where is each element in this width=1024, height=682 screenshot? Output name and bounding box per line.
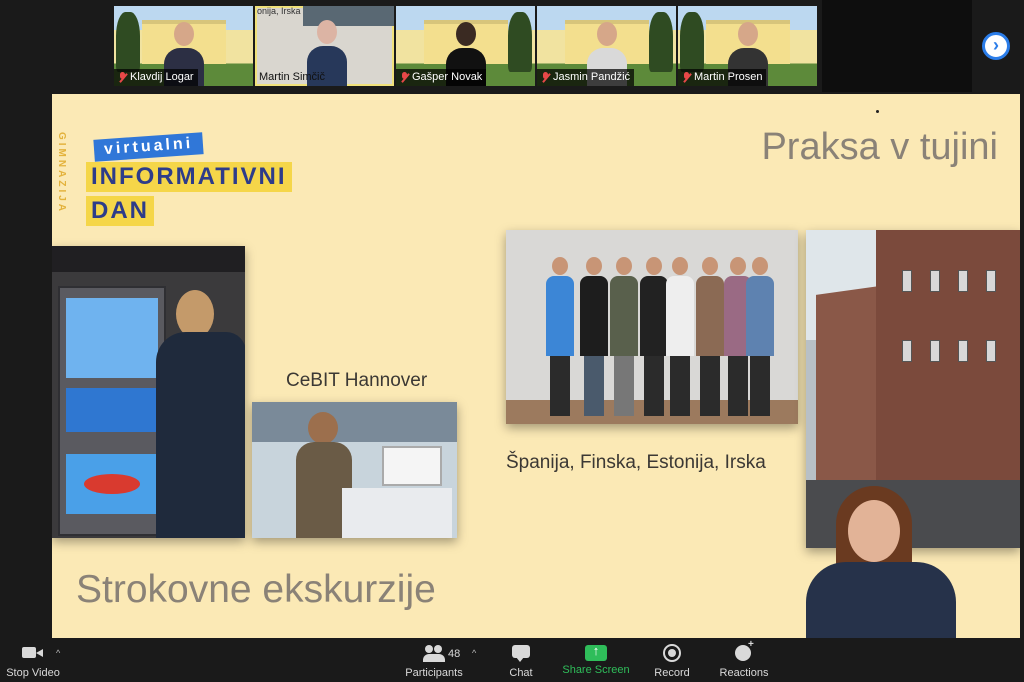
background-tree <box>680 12 704 72</box>
mic-muted-icon <box>118 72 127 83</box>
participants-count: 48 <box>448 648 461 660</box>
participant-name: Jasmin Pandžić <box>553 71 631 83</box>
video-options-caret-icon[interactable]: ^ <box>56 648 60 658</box>
reactions-label: Reactions <box>719 667 769 679</box>
record-icon <box>661 643 683 663</box>
shared-overlay-text: onija, Irska <box>257 6 301 16</box>
chat-button[interactable]: Chat <box>506 638 536 682</box>
background-tree <box>649 12 673 72</box>
participant-namebar: Klavdij Logar <box>114 69 198 86</box>
empty-tile-area <box>822 0 972 92</box>
street-window <box>958 340 968 362</box>
photo-cebit <box>252 402 457 538</box>
group-person <box>610 257 638 416</box>
participant-tile-active[interactable]: onija, Irska Martin Simčič <box>255 6 394 86</box>
student-figure <box>156 286 245 538</box>
mic-muted-icon <box>541 72 550 83</box>
group-person <box>546 257 574 416</box>
participant-name: Gašper Novak <box>412 71 483 83</box>
video-camera-icon <box>22 643 44 663</box>
group-person <box>666 257 694 416</box>
participant-strip: Klavdij Logar onija, Irska Martin Simčič… <box>0 0 1024 92</box>
stop-video-button[interactable]: Stop Video <box>4 638 62 682</box>
share-screen-icon <box>585 643 607 661</box>
background-tree <box>508 12 532 72</box>
reactions-button[interactable]: Reactions <box>716 638 772 682</box>
street-window <box>930 340 940 362</box>
stop-video-label: Stop Video <box>6 667 60 679</box>
reactions-icon <box>733 639 755 663</box>
next-page-button[interactable]: › <box>982 32 1010 60</box>
self-view-video[interactable] <box>792 478 968 638</box>
ceiling-lights <box>52 246 245 272</box>
participant-tile[interactable]: Klavdij Logar <box>114 6 253 86</box>
participant-tile[interactable]: Jasmin Pandžić <box>537 6 676 86</box>
logo-informativni-tag: INFORMATIVNI <box>86 162 292 192</box>
participant-tile[interactable]: Martin Prosen <box>678 6 817 86</box>
logo-dan-tag: DAN <box>86 196 154 226</box>
participants-options-caret-icon[interactable]: ^ <box>472 648 476 658</box>
caption-countries: Španija, Finska, Estonija, Irska <box>506 452 766 473</box>
slide-title: Praksa v tujini <box>761 126 998 168</box>
participant-namebar: Martin Prosen <box>678 69 767 86</box>
participants-button[interactable]: Participants <box>402 638 466 682</box>
photo-group <box>506 230 798 424</box>
participants-icon <box>423 643 445 663</box>
meeting-toolbar: Stop Video ^ Participants 48 ^ Chat Shar… <box>0 638 1024 682</box>
mic-muted-icon <box>400 72 409 83</box>
slot-machine-reels <box>66 388 158 432</box>
caption-cebit: CeBIT Hannover <box>286 370 428 391</box>
group-person <box>580 257 608 416</box>
record-label: Record <box>654 667 690 679</box>
participant-namebar: Martin Simčič <box>255 69 329 86</box>
street-photo-buildings-right <box>876 230 1020 520</box>
street-window <box>902 340 912 362</box>
chat-label: Chat <box>509 667 533 679</box>
participant-tile[interactable]: Gašper Novak <box>396 6 535 86</box>
slot-machine <box>58 286 166 536</box>
street-window <box>986 270 996 292</box>
presenter-face <box>848 500 900 562</box>
logo-virtual-tag: virtualni <box>93 132 204 162</box>
street-window <box>958 270 968 292</box>
cebit-photo-screen <box>382 446 442 486</box>
logo-vertical-text: GIMNAZIJA <box>56 132 67 214</box>
participants-label: Participants <box>405 667 463 679</box>
participant-namebar: Jasmin Pandžić <box>537 69 635 86</box>
participant-name: Martin Simčič <box>259 71 326 83</box>
photo-slot-machine <box>52 246 245 538</box>
cebit-photo-wall <box>252 402 457 442</box>
share-screen-label: Share Screen <box>562 664 630 676</box>
participant-name: Klavdij Logar <box>130 71 194 83</box>
share-screen-button[interactable]: Share Screen <box>560 638 632 682</box>
participant-name: Martin Prosen <box>694 71 763 83</box>
cebit-photo-desk <box>342 488 452 538</box>
mic-muted-icon <box>682 72 691 83</box>
background-tree <box>116 12 140 72</box>
slide-bottom-title: Strokovne ekskurzije <box>76 568 436 611</box>
cursor-dot <box>876 110 879 113</box>
zoom-meeting-window: Klavdij Logar onija, Irska Martin Simčič… <box>0 0 1024 682</box>
group-person <box>696 257 724 416</box>
street-window <box>986 340 996 362</box>
participant-namebar: Gašper Novak <box>396 69 487 86</box>
slot-machine-logo <box>66 454 158 514</box>
chevron-right-icon: › <box>993 35 999 55</box>
record-button[interactable]: Record <box>652 638 692 682</box>
slot-machine-screen <box>66 298 158 378</box>
chat-icon <box>510 643 532 663</box>
street-window <box>930 270 940 292</box>
street-window <box>902 270 912 292</box>
group-person <box>640 257 668 416</box>
group-person <box>746 257 774 416</box>
presenter-shirt <box>806 562 956 638</box>
